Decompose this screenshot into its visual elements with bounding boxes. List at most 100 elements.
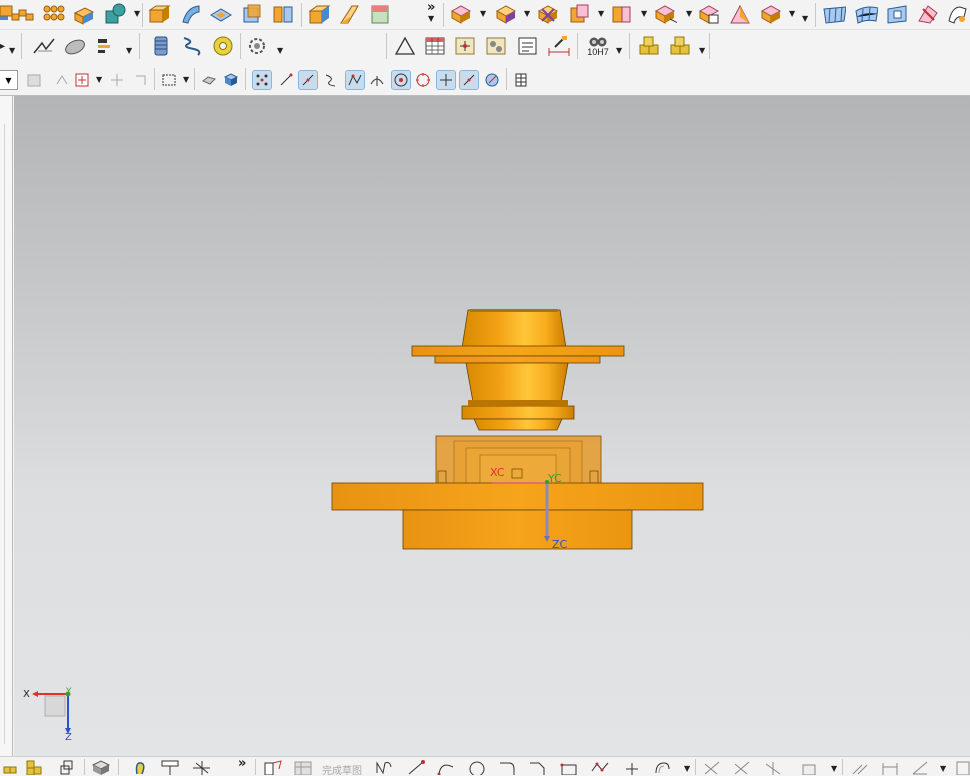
bounding-body-icon[interactable] <box>240 2 264 26</box>
offset-dropdown[interactable]: ▼ <box>684 765 690 773</box>
solid-view-icon[interactable] <box>222 71 240 89</box>
selection-box-icon[interactable] <box>108 71 126 89</box>
offset-face-icon[interactable] <box>494 2 518 26</box>
graphics-window[interactable]: XC YC ZC X Y Z <box>14 96 970 756</box>
snap-endpoint-icon[interactable] <box>252 70 272 90</box>
studio-surface-dropdown[interactable]: ▼ <box>789 10 795 18</box>
draft-face-icon[interactable] <box>697 2 721 26</box>
filter-combo[interactable]: ▼ <box>0 70 18 90</box>
constraint-dimension-icon[interactable] <box>880 757 900 776</box>
emboss-sheet-icon[interactable] <box>209 2 233 26</box>
snap-intersection-icon[interactable] <box>436 70 456 90</box>
snap-curve-icon[interactable] <box>322 71 340 89</box>
offset-curve-icon[interactable] <box>95 34 119 58</box>
chamfer-icon[interactable] <box>527 757 547 776</box>
pattern-feature-icon[interactable] <box>11 2 35 26</box>
add-component-icon[interactable] <box>668 34 692 58</box>
row1-overflow-arrow[interactable]: ▼ <box>428 15 434 23</box>
parting-surface-icon[interactable] <box>916 2 940 26</box>
extend-icon[interactable] <box>732 757 752 776</box>
snap-tangent-icon[interactable] <box>368 71 386 89</box>
row1-second-overflow[interactable]: ▼ <box>802 15 808 23</box>
profile-icon[interactable] <box>374 757 394 776</box>
snap-tangent-point-icon[interactable] <box>459 70 479 90</box>
offset-curve-dropdown[interactable]: ▼ <box>126 47 132 55</box>
circle-icon[interactable] <box>467 757 487 776</box>
point-cloud-icon[interactable] <box>454 34 478 58</box>
sketch-icon[interactable] <box>263 757 283 776</box>
trim-sheet-icon[interactable] <box>885 2 909 26</box>
surface-icon[interactable] <box>63 34 87 58</box>
bottom-overflow-chevron[interactable]: » <box>238 757 246 770</box>
resize-face-dropdown[interactable]: ▼ <box>641 10 647 18</box>
finish-sketch-icon[interactable] <box>293 757 313 776</box>
assembly-navigator-icon[interactable] <box>0 757 20 776</box>
make-corner-icon[interactable] <box>763 757 783 776</box>
pull-face-icon[interactable] <box>653 2 677 26</box>
delete-face-icon[interactable] <box>536 2 560 26</box>
feature-selection-icon[interactable] <box>132 71 150 89</box>
sketch-plane-icon[interactable] <box>190 757 210 776</box>
split-body-icon[interactable] <box>271 2 295 26</box>
combine-dropdown-icon[interactable] <box>104 2 128 26</box>
show-icon[interactable] <box>53 71 71 89</box>
finish-sketch-label[interactable]: 完成草图 <box>322 762 362 776</box>
through-curves-icon[interactable] <box>822 2 846 26</box>
row1-overflow-chevron[interactable]: » <box>427 1 435 14</box>
polygon-icon[interactable] <box>590 757 610 776</box>
surface-grid-icon[interactable] <box>854 2 878 26</box>
table-icon[interactable] <box>423 34 447 58</box>
replace-face-icon[interactable] <box>568 2 592 26</box>
offset-face-dropdown[interactable]: ▼ <box>524 10 530 18</box>
constraint-parallel-icon[interactable] <box>850 757 870 776</box>
extension-icon[interactable] <box>946 2 970 26</box>
tolerance-dropdown[interactable]: ▼ <box>616 47 622 55</box>
fillet-icon[interactable] <box>497 757 517 776</box>
spline-icon[interactable] <box>130 757 150 776</box>
swept-icon[interactable] <box>179 2 203 26</box>
assembly-dropdown[interactable]: ▼ <box>699 47 705 55</box>
snap-line-icon[interactable] <box>298 70 318 90</box>
row2-left-dropdown[interactable]: ▼ <box>9 47 15 55</box>
snap-face-icon[interactable] <box>483 71 501 89</box>
snap-point-dropdown[interactable]: ▼ <box>96 76 102 84</box>
measure-icon[interactable] <box>547 34 571 58</box>
settings-edge-icon[interactable] <box>952 757 970 776</box>
replace-face-dropdown[interactable]: ▼ <box>598 10 604 18</box>
snap-arc-icon[interactable] <box>345 70 365 90</box>
grid-view-icon[interactable] <box>512 71 530 89</box>
pattern-face-copy-icon[interactable] <box>728 2 752 26</box>
thread-icon[interactable] <box>149 34 173 58</box>
text-note-icon[interactable] <box>516 34 540 58</box>
box-solid-icon[interactable] <box>307 2 331 26</box>
select-face-icon[interactable] <box>160 71 178 89</box>
line-icon[interactable] <box>406 757 426 776</box>
point-icon[interactable] <box>622 757 642 776</box>
part-model[interactable] <box>14 96 970 756</box>
move-face-dropdown[interactable]: ▼ <box>480 10 486 18</box>
shaded-view-icon[interactable] <box>200 71 218 89</box>
trim-icon[interactable] <box>702 757 722 776</box>
row2-left-arrow[interactable]: ▸ <box>0 42 5 52</box>
gear-dropdown[interactable]: ▼ <box>277 47 283 55</box>
snap-point-icon[interactable] <box>73 71 91 89</box>
arc-icon[interactable] <box>436 757 456 776</box>
snap-quadrant-icon[interactable] <box>414 71 432 89</box>
tolerance-icon[interactable]: 10H7 <box>585 33 611 59</box>
mirror-icon[interactable] <box>800 757 820 776</box>
offset-icon[interactable] <box>652 757 672 776</box>
spring-icon[interactable] <box>180 34 204 58</box>
curve-icon[interactable] <box>32 34 56 58</box>
gear-icon[interactable] <box>246 34 270 58</box>
constraint-angle-icon[interactable] <box>910 757 930 776</box>
triangle-sketch-icon[interactable] <box>393 34 417 58</box>
resource-bar[interactable] <box>0 96 13 756</box>
move-face-icon[interactable] <box>449 2 473 26</box>
washer-icon[interactable] <box>211 34 235 58</box>
studio-surface-icon[interactable] <box>759 2 783 26</box>
components-icon[interactable] <box>24 757 44 776</box>
snap-center-icon[interactable] <box>391 70 411 90</box>
resize-face-icon[interactable] <box>610 2 634 26</box>
sketch-point-icon[interactable] <box>160 757 180 776</box>
combine-dropdown-arrow[interactable]: ▼ <box>134 10 140 18</box>
